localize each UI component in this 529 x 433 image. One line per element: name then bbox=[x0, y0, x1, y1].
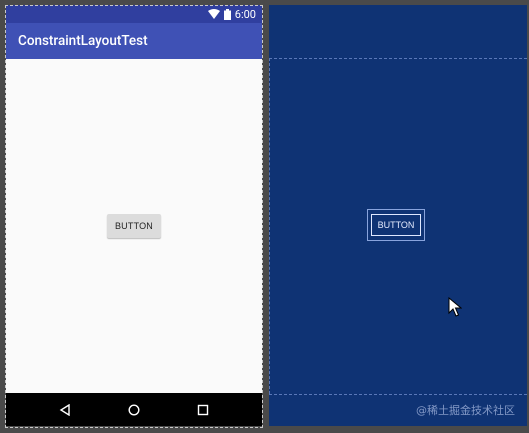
preview-button[interactable]: BUTTON bbox=[107, 214, 161, 238]
blueprint-guide-left bbox=[269, 58, 270, 394]
blueprint-guide-top bbox=[269, 58, 527, 59]
battery-icon bbox=[223, 8, 231, 20]
layout-content[interactable]: BUTTON bbox=[6, 59, 262, 394]
blueprint-guide-bottom bbox=[269, 394, 527, 395]
watermark: @稀土掘金技术社区 bbox=[416, 404, 515, 417]
design-preview[interactable]: 6:00 ConstraintLayoutTest BUTTON bbox=[6, 5, 262, 426]
app-title: ConstraintLayoutTest bbox=[18, 33, 148, 49]
navigation-bar bbox=[6, 393, 262, 426]
status-time: 6:00 bbox=[234, 7, 256, 21]
back-icon[interactable] bbox=[55, 400, 75, 420]
blueprint-button[interactable]: BUTTON bbox=[371, 214, 421, 236]
wifi-icon bbox=[207, 9, 220, 19]
home-icon[interactable] bbox=[124, 400, 144, 420]
recents-icon[interactable] bbox=[193, 400, 213, 420]
mouse-cursor-icon bbox=[448, 297, 462, 317]
blueprint-preview[interactable]: BUTTON bbox=[269, 5, 527, 426]
app-bar: ConstraintLayoutTest bbox=[6, 23, 262, 59]
status-bar: 6:00 bbox=[6, 5, 262, 23]
